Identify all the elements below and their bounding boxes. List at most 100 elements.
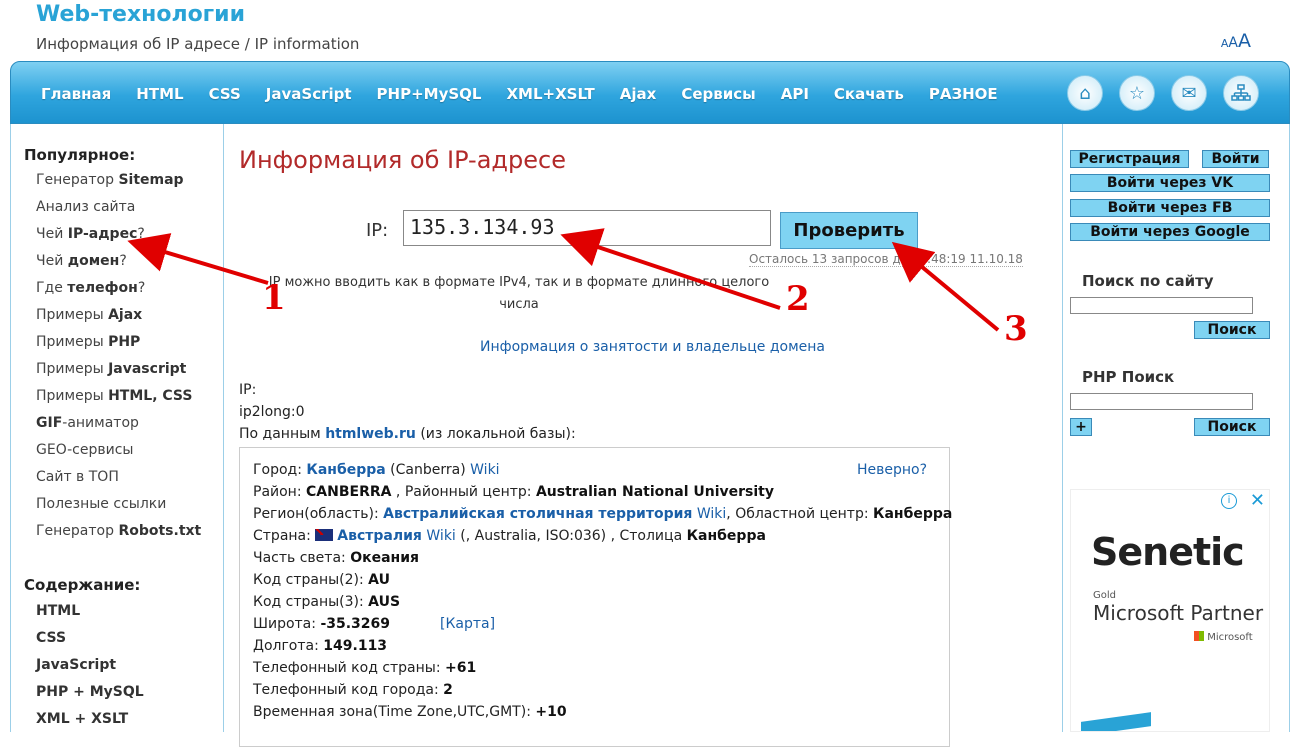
ad-gold-label: Gold: [1093, 590, 1116, 601]
city-link[interactable]: Канберра: [306, 462, 385, 478]
site-search-input[interactable]: [1070, 297, 1253, 314]
popular-item[interactable]: GIF-аниматор: [36, 410, 201, 437]
left-sidebar: Популярное: Генератор Sitemap Анализ сай…: [10, 124, 222, 732]
login-fb-button[interactable]: Войти через FB: [1070, 199, 1270, 217]
microsoft-logo-icon: [1194, 631, 1204, 641]
font-large-button[interactable]: A: [1238, 30, 1251, 52]
wrong-link[interactable]: Неверно?: [857, 462, 927, 478]
site-search-button[interactable]: Поиск: [1194, 321, 1270, 339]
nav-home[interactable]: Главная: [41, 85, 111, 103]
php-search-input[interactable]: [1070, 393, 1253, 410]
font-size-switcher: AAA: [1221, 30, 1251, 52]
popular-item[interactable]: Примеры PHP: [36, 329, 201, 356]
timezone-row: Временная зона(Time Zone,UTC,GMT): +10: [253, 704, 567, 720]
site-title[interactable]: Web-технологии: [36, 2, 245, 27]
ad-partner-label: Microsoft Partner: [1093, 601, 1264, 625]
sitemap-icon[interactable]: [1223, 75, 1259, 111]
popular-item[interactable]: Генератор Robots.txt: [36, 518, 201, 545]
popular-item[interactable]: GEO-сервисы: [36, 437, 201, 464]
ad-info-icon[interactable]: i: [1221, 493, 1237, 509]
popular-item[interactable]: Где телефон?: [36, 275, 201, 302]
annotation-2: 2: [786, 279, 810, 319]
code2-row: Код страны(2): AU: [253, 572, 390, 588]
annotation-3: 3: [1004, 309, 1028, 349]
php-search-button[interactable]: Поиск: [1194, 418, 1270, 436]
mail-icon[interactable]: ✉: [1171, 75, 1207, 111]
site-subtitle: Информация об IP адресе / IP information: [36, 35, 360, 53]
nav-download[interactable]: Скачать: [834, 85, 904, 103]
php-search-title: PHP Поиск: [1082, 368, 1175, 386]
city-wiki-link[interactable]: Wiki: [470, 462, 499, 478]
popular-item[interactable]: Примеры Javascript: [36, 356, 201, 383]
popular-item[interactable]: Полезные ссылки: [36, 491, 201, 518]
popular-item[interactable]: Примеры HTML, CSS: [36, 383, 201, 410]
longitude-row: Долгота: 149.113: [253, 638, 388, 654]
phone-country-row: Телефонный код страны: +61: [253, 660, 477, 676]
nav-html[interactable]: HTML: [136, 85, 183, 103]
popular-item[interactable]: Примеры Ajax: [36, 302, 201, 329]
ad-decoration: [1081, 712, 1151, 731]
font-medium-button[interactable]: A: [1228, 35, 1238, 51]
nav-misc[interactable]: РАЗНОЕ: [929, 85, 998, 103]
popular-item[interactable]: Чей домен?: [36, 248, 201, 275]
advertisement[interactable]: i ✕ Senetic Gold Microsoft Partner Micro…: [1070, 489, 1270, 732]
source-line: По данным htmlweb.ru (из локальной базы)…: [239, 426, 576, 442]
nav-api[interactable]: API: [781, 85, 809, 103]
contents-title: Содержание:: [24, 576, 141, 594]
nav-css[interactable]: CSS: [209, 85, 241, 103]
popular-list: Генератор Sitemap Анализ сайта Чей IP-ад…: [36, 167, 201, 545]
region-wiki-link[interactable]: Wiki: [697, 506, 726, 522]
login-vk-button[interactable]: Войти через VK: [1070, 174, 1270, 192]
city-row: Город: Канберра (Canberra) Wiki: [253, 462, 500, 478]
popular-item[interactable]: Анализ сайта: [36, 194, 201, 221]
popular-item[interactable]: Генератор Sitemap: [36, 167, 201, 194]
source-link[interactable]: htmlweb.ru: [325, 426, 416, 442]
australia-flag-icon: [315, 529, 334, 541]
country-row: Страна: Австралия Wiki (, Australia, ISO…: [253, 528, 766, 544]
domain-info-link[interactable]: Информация о занятости и владельце домен…: [480, 339, 825, 355]
contents-list: HTML CSS JavaScript PHP + MySQL XML + XS…: [36, 598, 144, 733]
register-button[interactable]: Регистрация: [1070, 150, 1189, 168]
ip-label: IP:: [366, 220, 389, 241]
left-divider: [223, 124, 224, 732]
contents-item[interactable]: PHP + MySQL: [36, 679, 144, 706]
star-icon[interactable]: ☆: [1119, 75, 1155, 111]
ip-line: IP:: [239, 382, 257, 398]
remaining-requests: Осталось 13 запросов до 10:48:19 11.10.1…: [749, 252, 1023, 267]
ad-close-icon[interactable]: ✕: [1250, 490, 1265, 511]
phone-city-row: Телефонный код города: 2: [253, 682, 453, 698]
login-button[interactable]: Войти: [1202, 150, 1269, 168]
check-button[interactable]: Проверить: [780, 212, 918, 249]
ip-format-note: IP можно вводить как в формате IPv4, так…: [268, 275, 770, 312]
home-icon[interactable]: ⌂: [1067, 75, 1103, 111]
nav-services[interactable]: Сервисы: [681, 85, 755, 103]
contents-item[interactable]: HTML: [36, 598, 144, 625]
country-wiki-link[interactable]: Wiki: [426, 528, 455, 544]
page-title: Информация об IP-адресе: [239, 146, 566, 174]
latitude-row: Широта: -35.3269 [Карта]: [253, 616, 496, 632]
ip2long-line: ip2long:0: [239, 404, 305, 420]
ad-microsoft-logo: Microsoft: [1194, 631, 1253, 643]
nav-javascript[interactable]: JavaScript: [266, 85, 352, 103]
map-link[interactable]: [Карта]: [440, 616, 495, 632]
login-google-button[interactable]: Войти через Google: [1070, 223, 1270, 241]
contents-item[interactable]: XML + XSLT: [36, 706, 144, 733]
main-navbar: Главная HTML CSS JavaScript PHP+MySQL XM…: [10, 61, 1290, 124]
ad-brand: Senetic: [1091, 530, 1245, 574]
popular-item[interactable]: Чей IP-адрес?: [36, 221, 201, 248]
popular-item[interactable]: Сайт в ТОП: [36, 464, 201, 491]
region-link[interactable]: Австралийская столичная территория: [383, 506, 692, 522]
contents-item[interactable]: CSS: [36, 625, 144, 652]
code3-row: Код страны(3): AUS: [253, 594, 401, 610]
ip-input[interactable]: 135.3.134.93: [403, 210, 771, 246]
site-search-title: Поиск по сайту: [1082, 272, 1214, 290]
nav-ajax[interactable]: Ajax: [620, 85, 657, 103]
region-row: Регион(область): Австралийская столичная…: [253, 506, 953, 522]
country-link[interactable]: Австралия: [337, 528, 422, 544]
nav-php-mysql[interactable]: PHP+MySQL: [377, 85, 482, 103]
php-search-plus-button[interactable]: +: [1070, 418, 1092, 436]
nav-xml-xslt[interactable]: XML+XSLT: [506, 85, 594, 103]
contents-item[interactable]: JavaScript: [36, 652, 144, 679]
popular-title: Популярное:: [24, 146, 136, 164]
district-row: Район: CANBERRA , Районный центр: Austra…: [253, 484, 774, 500]
